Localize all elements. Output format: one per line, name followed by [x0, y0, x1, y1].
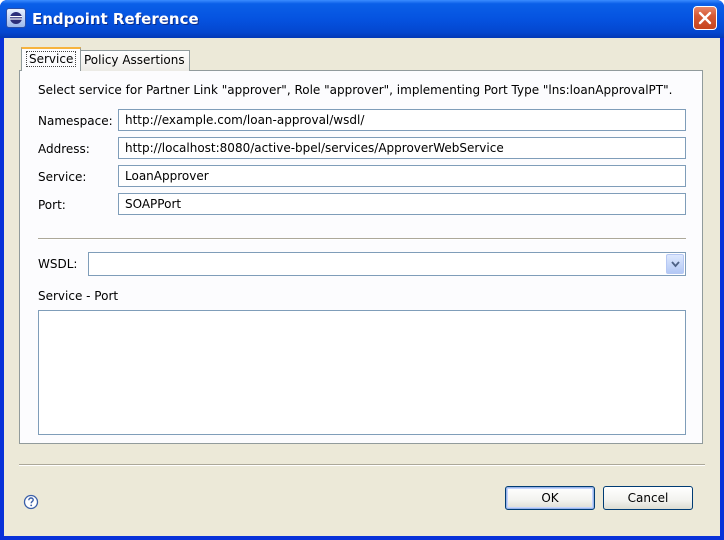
service-label: Service: — [38, 170, 87, 184]
port-label: Port: — [38, 198, 66, 212]
namespace-label: Namespace: — [38, 114, 113, 128]
footer-separator — [19, 464, 705, 466]
wsdl-combo[interactable] — [88, 252, 686, 276]
service-port-list[interactable] — [38, 310, 686, 435]
wsdl-dropdown-button[interactable] — [666, 254, 684, 274]
service-description: Select service for Partner Link "approve… — [38, 83, 673, 97]
address-field[interactable]: http://localhost:8080/active-bpel/servic… — [118, 137, 686, 159]
wsdl-label: WSDL: — [38, 257, 78, 271]
dialog-title: Endpoint Reference — [32, 10, 199, 28]
service-tab-panel: Select service for Partner Link "approve… — [19, 70, 703, 444]
port-field[interactable]: SOAPPort — [118, 193, 686, 215]
help-icon[interactable] — [23, 494, 39, 510]
service-port-label: Service - Port — [38, 289, 119, 303]
close-button[interactable] — [693, 6, 717, 30]
endpoint-reference-dialog: Endpoint Reference Service Policy Assert… — [0, 0, 724, 540]
close-icon — [698, 11, 712, 25]
section-separator — [38, 238, 686, 240]
dialog-client-area: Service Policy Assertions Select service… — [4, 38, 720, 536]
ok-button[interactable]: OK — [505, 486, 595, 510]
tab-policy-assertions[interactable]: Policy Assertions — [79, 50, 190, 71]
tab-service-label: Service — [26, 51, 77, 67]
service-field[interactable]: LoanApprover — [118, 165, 686, 187]
address-label: Address: — [38, 142, 90, 156]
tab-service[interactable]: Service — [21, 47, 82, 71]
eclipse-app-icon — [6, 8, 26, 28]
cancel-button[interactable]: Cancel — [603, 486, 693, 510]
namespace-field[interactable]: http://example.com/loan-approval/wsdl/ — [118, 109, 686, 131]
chevron-down-icon — [671, 261, 680, 268]
tab-policy-assertions-label: Policy Assertions — [84, 53, 185, 67]
title-bar[interactable]: Endpoint Reference — [0, 0, 724, 38]
